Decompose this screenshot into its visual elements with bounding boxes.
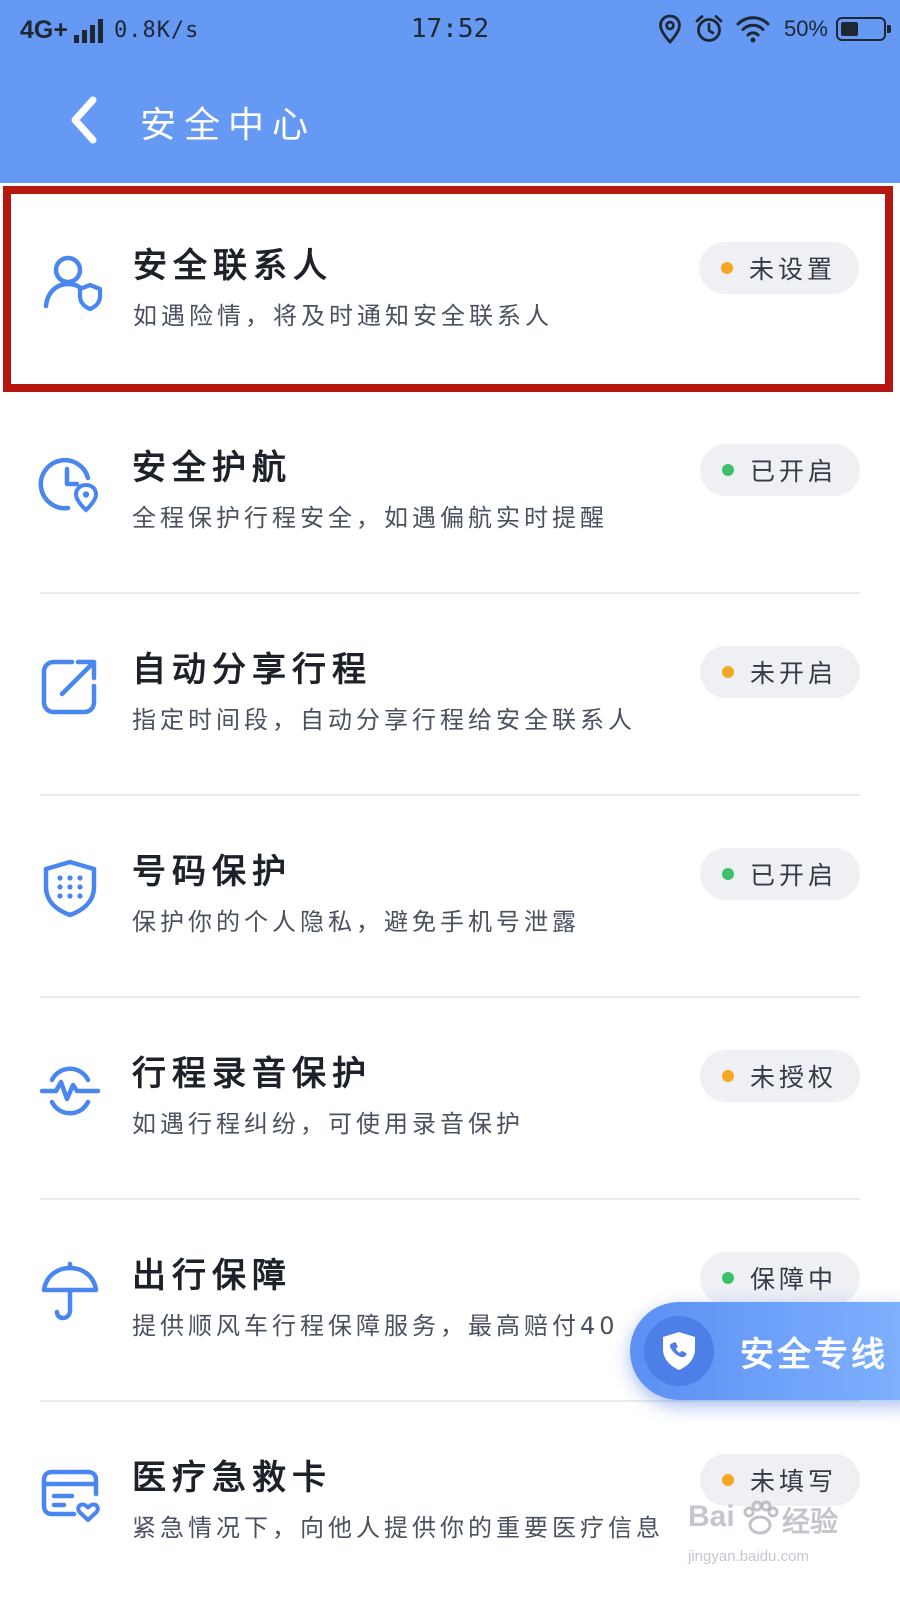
item-title: 号码保护: [132, 852, 292, 892]
status-dot: [722, 464, 734, 476]
item-emergency-contact[interactable]: 安全联系人 如遇险情，将及时通知安全联系人 未设置: [3, 186, 893, 392]
status-dot: [722, 1272, 734, 1284]
item-title: 自动分享行程: [132, 650, 372, 690]
status-dot: [721, 262, 733, 274]
status-dot: [722, 868, 734, 880]
status-label: 未填写: [750, 1467, 838, 1496]
clock-location-icon: [38, 457, 99, 513]
phone-shield-icon: [663, 1332, 695, 1370]
status-dot: [722, 1070, 734, 1082]
contact-shield-icon: [43, 255, 103, 312]
dial-shield-icon: [43, 859, 97, 918]
item-title: 安全护航: [132, 448, 292, 488]
item-medical-card[interactable]: 医疗急救卡 紧急情况下，向他人提供你的重要医疗信息 未填写: [0, 1402, 900, 1602]
hotline-label: 安全专线: [740, 1334, 888, 1375]
recording-wave-icon: [39, 1066, 101, 1116]
item-safety-escort[interactable]: 安全护航 全程保护行程安全，如遇偏航实时提醒 已开启: [0, 392, 900, 592]
status-label: 已开启: [750, 861, 838, 890]
umbrella-icon: [41, 1261, 99, 1321]
item-subtitle: 紧急情况下，向他人提供你的重要医疗信息: [132, 1514, 664, 1542]
status-badge[interactable]: 已开启: [700, 444, 860, 496]
alarm-icon: [695, 15, 723, 42]
safety-hotline-button[interactable]: 安全专线: [630, 1302, 900, 1400]
item-subtitle: 如遇行程纠纷，可使用录音保护: [132, 1110, 524, 1138]
status-badge[interactable]: 已开启: [700, 848, 860, 900]
item-trip-recording[interactable]: 行程录音保护 如遇行程纠纷，可使用录音保护 未授权: [0, 998, 900, 1198]
status-bar: 4G+ 0.8K/s 17:52 50%: [0, 0, 900, 60]
item-subtitle: 提供顺风车行程保障服务，最高赔付40: [132, 1312, 619, 1340]
share-arrow-icon: [41, 659, 97, 715]
item-subtitle: 全程保护行程安全，如遇偏航实时提醒: [132, 504, 608, 532]
app-header: 4G+ 0.8K/s 17:52 50% 安全中心: [0, 0, 900, 183]
battery-percent: 50%: [783, 16, 828, 41]
item-subtitle: 指定时间段，自动分享行程给安全联系人: [132, 706, 636, 734]
status-right: 50%: [646, 14, 891, 44]
battery-icon: [836, 17, 891, 41]
status-label: 已开启: [750, 457, 838, 486]
status-dot: [722, 666, 734, 678]
status-badge[interactable]: 未填写: [700, 1454, 860, 1506]
status-label: 未设置: [749, 255, 837, 284]
back-button[interactable]: [60, 92, 108, 148]
status-badge[interactable]: 未开启: [700, 646, 860, 698]
page-title: 安全中心: [140, 105, 317, 146]
status-label: 未授权: [750, 1063, 838, 1092]
wifi-icon: [736, 16, 770, 43]
status-badge[interactable]: 未设置: [699, 242, 859, 294]
status-label: 保障中: [750, 1265, 838, 1294]
medical-card-icon: [41, 1469, 100, 1522]
item-title: 行程录音保护: [132, 1054, 372, 1094]
item-subtitle: 保护你的个人隐私，避免手机号泄露: [132, 908, 580, 936]
item-subtitle: 如遇险情，将及时通知安全联系人: [133, 302, 553, 330]
status-label: 未开启: [750, 659, 838, 688]
item-title: 安全联系人: [133, 246, 333, 286]
battery-fill: [841, 22, 858, 36]
item-title: 医疗急救卡: [132, 1458, 332, 1498]
item-title: 出行保障: [132, 1256, 292, 1296]
status-badge[interactable]: 保障中: [700, 1252, 860, 1304]
status-dot: [722, 1474, 734, 1486]
chevron-left-icon: [71, 96, 97, 144]
location-icon: [659, 14, 681, 44]
status-badge[interactable]: 未授权: [700, 1050, 860, 1102]
item-number-protection[interactable]: 号码保护 保护你的个人隐私，避免手机号泄露 已开启: [0, 796, 900, 996]
item-auto-share-trip[interactable]: 自动分享行程 指定时间段，自动分享行程给安全联系人 未开启: [0, 594, 900, 794]
hotline-icon-circle: [644, 1316, 714, 1386]
